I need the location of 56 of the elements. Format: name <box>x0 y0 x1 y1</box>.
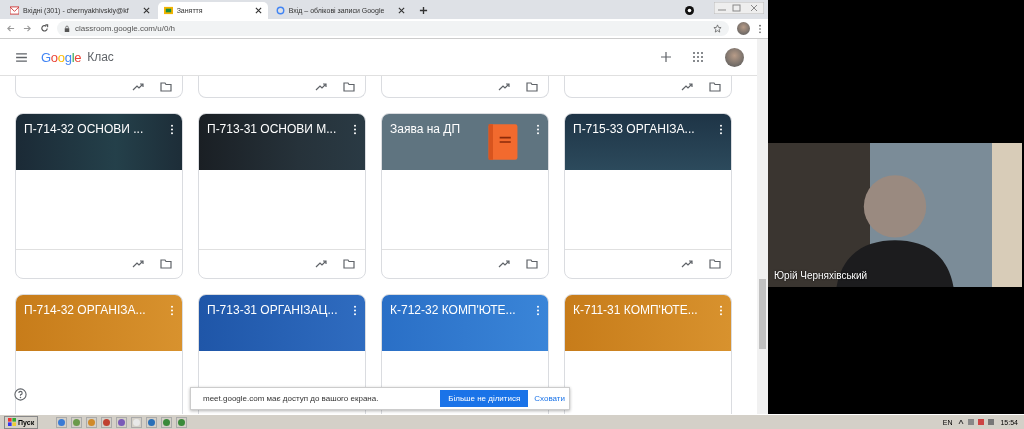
record-icon <box>685 6 694 15</box>
forward-arrow-icon[interactable] <box>23 24 32 33</box>
folder-icon[interactable] <box>526 259 538 269</box>
folder-icon[interactable] <box>343 81 355 92</box>
avatar[interactable] <box>737 22 750 35</box>
back-arrow-icon[interactable] <box>6 24 15 33</box>
class-card[interactable]: Заява на ДП <box>381 113 549 279</box>
trending-icon[interactable] <box>498 81 510 92</box>
more-vert-icon[interactable] <box>353 124 357 135</box>
plus-icon[interactable] <box>419 6 429 15</box>
class-card[interactable]: П-714-32 ОСНОВИ ... <box>15 113 183 279</box>
taskbar-app-icon[interactable] <box>146 416 158 428</box>
taskbar-app-icon[interactable] <box>161 416 173 428</box>
taskbar-app-icon[interactable] <box>176 416 188 428</box>
trending-icon[interactable] <box>498 259 510 269</box>
more-vert-icon[interactable] <box>719 124 723 135</box>
folder-icon[interactable] <box>160 259 172 269</box>
apps-grid-icon[interactable] <box>693 52 703 62</box>
menu-icon[interactable] <box>16 52 27 62</box>
trending-icon[interactable] <box>681 259 693 269</box>
folder-icon[interactable] <box>160 81 172 92</box>
participant-name: Юрій Черняхівський <box>774 270 868 281</box>
folder-icon[interactable] <box>709 259 721 269</box>
more-vert-icon[interactable] <box>170 124 174 135</box>
stop-sharing-button[interactable]: Більше не ділитися <box>440 390 529 407</box>
taskbar-app-icon[interactable] <box>116 416 128 428</box>
trending-icon[interactable] <box>132 81 144 92</box>
close-icon[interactable] <box>142 7 150 14</box>
system-tray-icon[interactable] <box>956 417 997 427</box>
book-icon <box>486 122 520 162</box>
avatar[interactable] <box>725 47 744 67</box>
close-icon[interactable] <box>254 7 262 14</box>
taskbar-app-icon[interactable] <box>56 416 68 428</box>
folder-icon[interactable] <box>526 81 538 92</box>
trending-icon[interactable] <box>315 81 327 92</box>
windows-flag-icon <box>8 418 16 426</box>
address-bar[interactable]: classroom.google.com/u/0/h <box>57 21 729 36</box>
folder-icon[interactable] <box>709 81 721 92</box>
star-icon[interactable] <box>713 24 722 33</box>
folder-icon[interactable] <box>343 259 355 269</box>
url-text: classroom.google.com/u/0/h <box>75 24 177 33</box>
taskbar-app-icon[interactable] <box>101 416 113 428</box>
trending-icon[interactable] <box>315 259 327 269</box>
reload-icon[interactable] <box>40 24 49 33</box>
class-card[interactable]: П-715-33 ОРГАНІЗА... <box>564 113 732 279</box>
trending-icon[interactable] <box>132 259 144 269</box>
close-icon[interactable] <box>398 7 406 14</box>
trending-icon[interactable] <box>681 81 693 92</box>
lock-icon <box>64 24 70 33</box>
help-icon[interactable] <box>14 388 27 401</box>
app-logo[interactable]: Google <box>41 49 82 65</box>
google-g-icon <box>275 6 285 15</box>
app-name: Клас <box>87 50 114 64</box>
class-card[interactable]: П-713-31 ОСНОВИ М... <box>198 113 366 279</box>
envelope-icon <box>10 6 19 15</box>
classroom-icon <box>163 6 173 15</box>
